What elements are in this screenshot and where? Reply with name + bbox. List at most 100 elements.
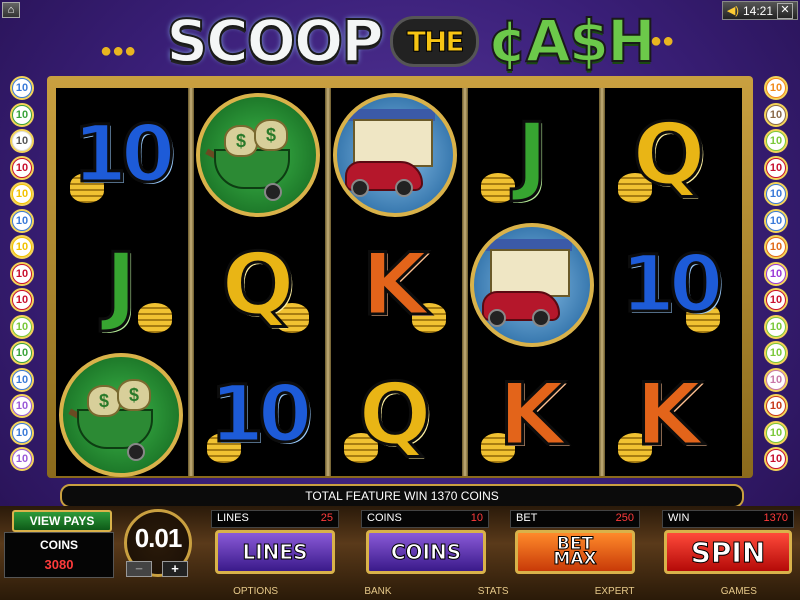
reel-symbol: K	[330, 222, 460, 347]
spin-button[interactable]: SPIN	[664, 530, 792, 574]
payline-marker[interactable]: 10	[10, 235, 34, 259]
reel-symbol: Q	[193, 222, 323, 347]
payline-marker[interactable]: 10	[764, 261, 788, 286]
payline-number: 10	[767, 291, 785, 309]
payline-marker[interactable]: 10	[10, 129, 34, 153]
menu-bank[interactable]: BANK	[364, 584, 391, 600]
title-word-the: THE	[389, 15, 480, 67]
coins-display-label: COINS	[367, 512, 402, 524]
coin-size-decrease-button[interactable]: −	[126, 561, 152, 577]
payline-marker[interactable]: 10	[764, 102, 788, 127]
payline-number: 10	[13, 264, 31, 283]
coin-stack-icon: ●●●	[100, 40, 137, 62]
payline-marker[interactable]: 10	[764, 420, 788, 445]
wheelbarrow-money-icon: $ $	[59, 352, 183, 477]
bottom-menu: OPTIONS BANK STATS EXPERT GAMES	[190, 584, 800, 600]
reel-symbol: 10	[193, 352, 323, 477]
payline-number: 10	[767, 211, 785, 230]
payline-marker[interactable]: 10	[10, 341, 34, 365]
lines-display: LINES 25	[211, 510, 339, 528]
payline-marker[interactable]: 10	[764, 314, 788, 339]
payline-number: 10	[767, 397, 785, 415]
payline-number: 10	[13, 211, 31, 230]
symbol-q: Q	[220, 234, 296, 335]
reel-symbol	[330, 92, 460, 217]
coins-balance-label: COINS	[39, 538, 78, 552]
coins-button[interactable]: COINS	[366, 530, 486, 574]
reel-symbol	[467, 222, 597, 347]
wheelbarrow-money-icon: $ $	[196, 92, 320, 217]
reel-area: 10 J $ $ $ $ Q 10 K Q J K Q 10 K	[56, 88, 742, 477]
payline-number: 10	[767, 238, 785, 256]
clock-panel: ◀) 14:21 ✕	[721, 1, 798, 20]
coin-size-value: 0.01	[134, 523, 183, 553]
reel-symbol: J	[56, 222, 186, 347]
lines-display-value: 25	[320, 512, 333, 524]
symbol-q: Q	[357, 364, 433, 465]
message-bar: TOTAL FEATURE WIN 1370 COINS	[60, 484, 744, 508]
reel-symbol: Q	[604, 92, 734, 217]
payline-number: 10	[767, 450, 785, 468]
bet-display-value: 250	[615, 512, 634, 524]
payline-marker[interactable]: 10	[10, 76, 34, 100]
symbol-10: 10	[71, 109, 177, 200]
payline-number: 10	[767, 185, 785, 203]
money-bag-icon: $	[224, 124, 258, 157]
menu-options[interactable]: OPTIONS	[233, 584, 278, 600]
payline-marker[interactable]: 10	[10, 182, 34, 206]
car-wheel	[488, 308, 506, 327]
payline-marker[interactable]: 10	[764, 394, 788, 418]
title-word-scoop: SCOOP	[165, 6, 384, 76]
reel-symbol: 10	[56, 92, 186, 217]
payline-marker[interactable]: 10	[10, 314, 34, 339]
menu-games[interactable]: GAMES	[721, 584, 757, 600]
payline-marker[interactable]: 10	[764, 129, 788, 153]
symbol-10: 10	[208, 369, 314, 460]
payline-number: 10	[767, 264, 785, 283]
payline-marker[interactable]: 10	[764, 182, 788, 206]
barrow-wheel	[264, 182, 282, 201]
close-icon[interactable]: ✕	[777, 2, 793, 19]
payline-marker[interactable]: 10	[10, 155, 34, 180]
payline-marker[interactable]: 10	[764, 367, 788, 392]
menu-stats[interactable]: STATS	[478, 584, 509, 600]
payline-marker[interactable]: 10	[764, 447, 788, 471]
coins-display: COINS 10	[361, 510, 489, 528]
view-pays-button[interactable]: VIEW PAYS	[12, 510, 112, 532]
bet-display-label: BET	[516, 512, 538, 524]
payline-marker[interactable]: 10	[10, 288, 34, 312]
home-icon[interactable]: ⌂	[2, 2, 20, 18]
payline-marker[interactable]: 10	[10, 102, 34, 127]
payline-marker[interactable]: 10	[764, 288, 788, 312]
payline-marker[interactable]: 10	[10, 367, 34, 392]
money-bag-icon: $	[87, 384, 121, 417]
lines-button[interactable]: LINES	[215, 530, 335, 574]
menu-expert[interactable]: EXPERT	[595, 584, 635, 600]
payline-marker[interactable]: 10	[10, 208, 34, 233]
payline-marker[interactable]: 10	[10, 261, 34, 286]
payline-marker[interactable]: 10	[10, 394, 34, 418]
payline-number: 10	[13, 423, 31, 442]
payline-number: 10	[13, 132, 31, 150]
payline-marker[interactable]: 10	[764, 235, 788, 259]
payline-number: 10	[13, 370, 31, 389]
bet-display: BET 250	[510, 510, 640, 528]
payline-marker[interactable]: 10	[764, 76, 788, 100]
symbol-k: K	[497, 364, 567, 465]
mansion-house	[353, 118, 433, 167]
payline-number: 10	[13, 291, 31, 309]
payline-marker[interactable]: 10	[764, 155, 788, 180]
payline-marker[interactable]: 10	[10, 420, 34, 445]
lines-display-label: LINES	[217, 512, 249, 524]
coins-balance-value: 3080	[44, 557, 74, 572]
coin-size-increase-button[interactable]: +	[162, 561, 188, 577]
payline-marker[interactable]: 10	[764, 208, 788, 233]
speaker-icon[interactable]: ◀)	[727, 4, 739, 17]
payline-number: 10	[767, 79, 785, 97]
win-display: WIN 1370	[662, 510, 794, 528]
coin-pile-icon	[138, 303, 172, 333]
payline-marker[interactable]: 10	[10, 447, 34, 471]
bet-max-button[interactable]: BET MAX	[515, 530, 635, 574]
payline-number: 10	[767, 344, 785, 362]
payline-marker[interactable]: 10	[764, 341, 788, 365]
